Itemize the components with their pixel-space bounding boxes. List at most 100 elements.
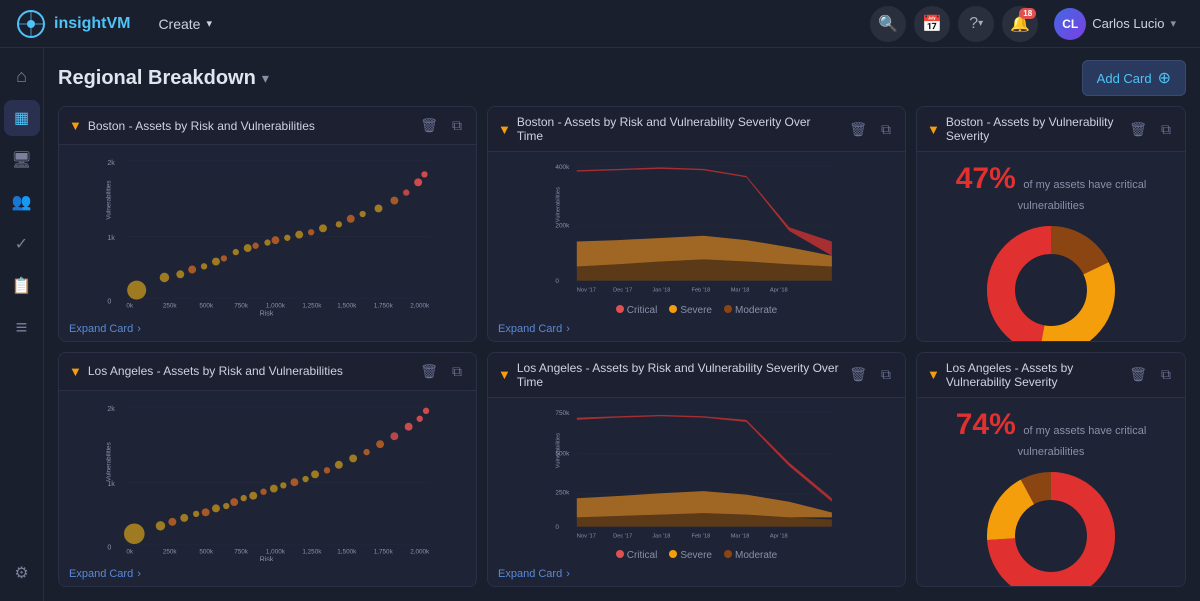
svg-text:Vulnerabilities: Vulnerabilities [106, 442, 113, 481]
card-expand-button[interactable]: ⧉ [877, 364, 895, 385]
svg-text:Dec '17: Dec '17 [613, 533, 632, 539]
svg-text:1,250k: 1,250k [302, 303, 322, 310]
main-content: Regional Breakdown ▾ Add Card ⊕ ▼ Boston… [44, 48, 1200, 601]
svg-text:500k: 500k [199, 303, 214, 310]
sidebar-item-settings[interactable]: ⚙ [4, 555, 40, 591]
card-footer[interactable]: Expand Card › [59, 320, 476, 341]
donut-pct: 47% [956, 162, 1016, 195]
card-boston-risk-vuln: ▼ Boston - Assets by Risk and Vulnerabil… [58, 106, 477, 342]
sidebar-item-home[interactable]: ⌂ [4, 58, 40, 94]
card-title: Boston - Assets by Risk and Vulnerabilit… [88, 119, 410, 133]
card-body: 2k 1k 0 Vulnerabilities 0k 250k 500k 750… [59, 391, 476, 566]
sidebar-item-users[interactable]: 👥 [4, 184, 40, 220]
legend-row: Critical Severe Moderate [488, 303, 905, 320]
card-footer[interactable]: Expand Card › [59, 565, 476, 586]
sidebar-item-list[interactable]: ≡ [4, 310, 40, 346]
svg-text:1,500k: 1,500k [337, 548, 357, 555]
topnav: insightVM Create ▾ 🔍 📅 ?▾ 🔔 18 CL Carlos… [0, 0, 1200, 48]
add-card-button[interactable]: Add Card ⊕ [1082, 60, 1186, 96]
card-header: ▼ Boston - Assets by Vulnerability Sever… [917, 107, 1185, 152]
card-title: Los Angeles - Assets by Risk and Vulnera… [517, 361, 839, 389]
card-body: 47% of my assets have critical vulnerabi… [917, 152, 1185, 342]
svg-text:Risk: Risk [260, 555, 274, 561]
card-expand-button[interactable]: ⧉ [877, 119, 895, 140]
card-body: 400k 200k 0 Vulnerabilities Nov '17 [488, 152, 905, 303]
help-button[interactable]: ?▾ [958, 6, 994, 42]
logo-icon [16, 9, 46, 39]
scatter-chart-la: 2k 1k 0 Vulnerabilities 0k 250k 500k 750… [67, 395, 468, 562]
notifications-button[interactable]: 🔔 18 [1002, 6, 1038, 42]
card-expand-button[interactable]: ⧉ [1157, 119, 1175, 140]
svg-text:250k: 250k [163, 548, 178, 555]
expand-card-label: Expand Card [69, 568, 133, 580]
donut-pct-label: of my assets have critical [1023, 425, 1146, 437]
filter-icon: ▼ [69, 364, 82, 379]
sidebar-item-monitor[interactable]: 🖥 [4, 142, 40, 178]
filter-icon: ▼ [927, 367, 940, 382]
card-delete-button[interactable]: 🗑 [845, 364, 871, 385]
svg-text:Apr '18: Apr '18 [770, 287, 788, 293]
chevron-down-icon: ▾ [206, 17, 212, 30]
page-title: Regional Breakdown [58, 67, 256, 90]
card-expand-button[interactable]: ⧉ [448, 361, 466, 382]
card-delete-button[interactable]: 🗑 [845, 119, 871, 140]
svg-text:Apr '18: Apr '18 [770, 533, 788, 539]
card-header: ▼ Los Angeles - Assets by Risk and Vulne… [488, 353, 905, 398]
area-chart-la: 750k 500k 250k 0 Vulnerabilities Nov '17 [496, 402, 897, 545]
svg-text:Mar '18: Mar '18 [731, 287, 750, 293]
user-menu[interactable]: CL Carlos Lucio ▾ [1046, 4, 1184, 44]
filter-icon: ▼ [927, 122, 940, 137]
svg-text:1,000k: 1,000k [266, 548, 286, 555]
svg-text:Vulnerabilities: Vulnerabilities [556, 187, 562, 222]
card-delete-button[interactable]: 🗑 [1125, 364, 1151, 385]
svg-text:Jan '18: Jan '18 [652, 287, 670, 293]
svg-text:1,000k: 1,000k [266, 303, 286, 310]
card-header: ▼ Los Angeles - Assets by Risk and Vulne… [59, 353, 476, 391]
user-name: Carlos Lucio [1092, 16, 1164, 31]
svg-text:1,750k: 1,750k [374, 303, 394, 310]
card-expand-button[interactable]: ⧉ [448, 115, 466, 136]
donut-pct: 74% [956, 408, 1016, 441]
svg-text:0: 0 [555, 278, 559, 285]
svg-text:Risk: Risk [260, 310, 274, 316]
sidebar-item-reports[interactable]: 📋 [4, 268, 40, 304]
filter-icon: ▼ [498, 367, 511, 382]
card-expand-button[interactable]: ⧉ [1157, 364, 1175, 385]
card-delete-button[interactable]: 🗑 [1125, 119, 1151, 140]
sidebar-item-dashboard[interactable]: ▦ [4, 100, 40, 136]
svg-text:500k: 500k [199, 548, 214, 555]
card-header: ▼ Boston - Assets by Risk and Vulnerabil… [59, 107, 476, 145]
add-icon: ⊕ [1158, 68, 1171, 88]
card-body: 74% of my assets have critical vulnerabi… [917, 398, 1185, 588]
card-delete-button[interactable]: 🗑 [416, 115, 442, 136]
svg-text:Feb '18: Feb '18 [692, 533, 711, 539]
calendar-button[interactable]: 📅 [914, 6, 950, 42]
search-button[interactable]: 🔍 [870, 6, 906, 42]
user-chevron-icon: ▾ [1170, 17, 1176, 30]
card-la-risk-time: ▼ Los Angeles - Assets by Risk and Vulne… [487, 352, 906, 588]
logo[interactable]: insightVM [16, 9, 130, 39]
scatter-chart-boston: 2k 1k 0 Vulnerabilities 0k 250k 500k 750… [67, 149, 468, 316]
nav-right: 🔍 📅 ?▾ 🔔 18 CL Carlos Lucio ▾ [870, 4, 1184, 44]
card-title: Boston - Assets by Vulnerability Severit… [946, 115, 1119, 143]
sidebar-item-policy[interactable]: ✓ [4, 226, 40, 262]
svg-text:Vulnerabilities: Vulnerabilities [556, 432, 562, 467]
expand-card-label: Expand Card [498, 323, 562, 335]
page-header: Regional Breakdown ▾ Add Card ⊕ [58, 60, 1186, 96]
donut-subtitle: vulnerabilities [1018, 200, 1085, 212]
create-button[interactable]: Create ▾ [146, 10, 224, 38]
card-footer[interactable]: Expand Card › [488, 320, 905, 341]
area-chart-boston: 400k 200k 0 Vulnerabilities Nov '17 [496, 156, 897, 299]
svg-text:750k: 750k [555, 409, 570, 416]
card-footer[interactable]: Expand Card › [488, 565, 905, 586]
card-boston-vuln-severity: ▼ Boston - Assets by Vulnerability Sever… [916, 106, 1186, 342]
avatar: CL [1054, 8, 1086, 40]
svg-text:1k: 1k [107, 234, 115, 242]
card-title: Boston - Assets by Risk and Vulnerabilit… [517, 115, 839, 143]
svg-text:0: 0 [107, 298, 111, 306]
card-delete-button[interactable]: 🗑 [416, 361, 442, 382]
svg-text:1,250k: 1,250k [302, 548, 322, 555]
svg-text:750k: 750k [234, 303, 249, 310]
page-title-chevron-icon[interactable]: ▾ [262, 70, 269, 87]
legend-row: Critical Severe Moderate [488, 548, 905, 565]
